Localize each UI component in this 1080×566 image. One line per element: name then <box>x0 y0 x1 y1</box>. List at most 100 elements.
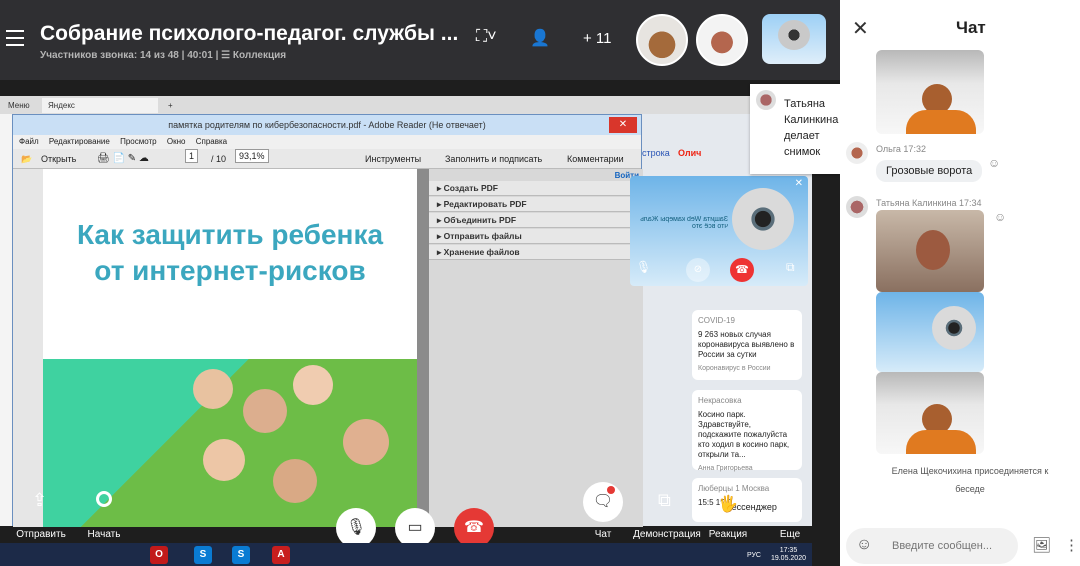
reader-tools-panel: Войти ▸ Создать PDF ▸ Редактировать PDF … <box>429 169 643 527</box>
share-icon[interactable]: ⇪ <box>32 490 47 511</box>
browser-tab[interactable]: Меню <box>2 98 36 113</box>
file-storage-item[interactable]: ▸ Хранение файлов <box>429 245 643 260</box>
chat-button[interactable]: 🗨 <box>583 482 623 522</box>
tray-date: 19.05.2020 <box>770 555 806 562</box>
more-label: Еще <box>779 529 801 540</box>
reader-side-panel <box>13 169 43 527</box>
opera-icon[interactable]: O <box>150 546 168 564</box>
participant-avatar[interactable] <box>696 14 748 66</box>
browser-tab-active[interactable]: Яндекс <box>42 98 158 113</box>
chat-image[interactable] <box>876 50 984 134</box>
microphone-button[interactable]: 🎙 <box>336 508 376 548</box>
reader-toolbar: 📂 Открыть 🖨 📄 ✎ ☁ 1 / 10 93,1% Инструмен… <box>13 149 641 169</box>
system-tray: РУС 17:35 19.05.2020 <box>746 547 806 562</box>
fill-sign-button[interactable]: Заполнить и подписать <box>445 149 542 169</box>
reaction-icon[interactable]: 🖐 <box>718 494 738 514</box>
menu-help[interactable]: Справка <box>196 137 227 146</box>
emoji-icon[interactable]: ☺ <box>856 536 872 554</box>
merge-pdf-item[interactable]: ▸ Объединить PDF <box>429 213 643 228</box>
reader-menubar: Файл Редактирование Просмотр Окно Справк… <box>13 135 641 149</box>
browser-tab-bar: Меню Яндекс + <box>0 96 812 114</box>
pdf-page: Как защитить ребенка от интернет-рисков <box>43 169 417 527</box>
avatar <box>846 142 868 164</box>
send-files-item[interactable]: ▸ Отправить файлы <box>429 229 643 244</box>
adobe-reader-window: памятка родителям по кибербезопасности.p… <box>12 114 643 527</box>
system-message: Елена Щекочихина присоединяется к беседе <box>891 466 1049 494</box>
document-area: Как защитить ребенка от интернет-рисков <box>13 169 643 527</box>
acrobat-icon[interactable]: A <box>272 546 290 564</box>
end-call-button[interactable]: ☎ <box>454 508 494 548</box>
close-icon[interactable]: ✕ <box>795 178 803 189</box>
webcam-icon <box>778 20 810 50</box>
video-button[interactable]: ▭ <box>395 508 435 548</box>
new-tab-button[interactable]: + <box>162 98 179 113</box>
message-input[interactable] <box>892 534 1016 558</box>
card-footer: Анна Григорьева <box>698 465 753 472</box>
self-video-preview[interactable]: ✕ Защита Web камеры Жаль что всё это 🎙 ⊘… <box>630 176 808 286</box>
reaction-label: Реакция <box>708 529 748 540</box>
hamburger-menu-icon[interactable] <box>6 30 24 46</box>
end-call-icon[interactable]: ☎ <box>730 258 754 282</box>
tray-time: 17:35 <box>779 547 798 554</box>
reaction-smile-icon[interactable]: ☺ <box>994 210 1006 224</box>
chat-image[interactable] <box>876 292 984 372</box>
ya-olich-link[interactable]: Олич <box>678 148 701 158</box>
windows-taskbar: O S S A РУС 17:35 19.05.2020 <box>0 543 812 566</box>
avatar <box>756 90 776 110</box>
call-header: Собрание психолого-педагог. службы ... У… <box>0 0 840 80</box>
avatar <box>846 196 868 218</box>
screen-share-icon[interactable]: ⧉ <box>658 490 671 511</box>
menu-view[interactable]: Просмотр <box>120 137 157 146</box>
message-input-box[interactable]: ☺ <box>846 528 1018 564</box>
record-icon[interactable] <box>96 491 112 507</box>
gallery-icon[interactable]: 🖼 <box>1032 536 1051 554</box>
participant-avatar[interactable] <box>636 14 688 66</box>
switch-view-icon[interactable]: ⧉ <box>786 260 795 275</box>
extra-participants-button[interactable]: + 11 <box>583 30 612 47</box>
edit-pdf-item[interactable]: ▸ Редактировать PDF <box>429 197 643 212</box>
reader-close-button[interactable]: ✕ <box>609 117 637 133</box>
reader-title: памятка родителям по кибербезопасности.p… <box>168 120 486 130</box>
create-pdf-item[interactable]: ▸ Создать PDF <box>429 181 643 196</box>
microphone-icon[interactable]: 🎙 <box>636 260 651 274</box>
reaction-smile-icon[interactable]: ☺ <box>988 156 1000 170</box>
camera-off-icon[interactable]: ⊘ <box>686 258 710 282</box>
news-card[interactable]: Некрасовка Косино парк. Здравствуйте, по… <box>692 390 802 472</box>
skype-icon[interactable]: S <box>232 546 250 564</box>
skype-call-window: Собрание психолого-педагог. службы ... У… <box>0 0 1080 566</box>
zoom-select[interactable]: 93,1% <box>235 149 269 163</box>
layout-toggle-icon[interactable]: ⛶˅ <box>476 28 497 46</box>
page-number-input[interactable]: 1 <box>185 149 199 163</box>
message-meta: Татьяна Калинкина 17:34 <box>876 198 982 208</box>
menu-edit[interactable]: Редактирование <box>49 137 110 146</box>
card-header: Некрасовка <box>698 396 742 405</box>
snapshot-notification: Татьяна Калинкина делает снимок <box>750 84 840 174</box>
open-button[interactable]: Открыть <box>41 149 76 169</box>
webcam-image <box>732 188 794 250</box>
chat-unread-badge <box>607 486 615 494</box>
call-title: Собрание психолого-педагог. службы ... <box>40 22 459 45</box>
pdf-heading: Как защитить ребенка от интернет-рисков <box>76 219 384 286</box>
menu-window[interactable]: Окно <box>167 137 186 146</box>
chat-label: Чат <box>594 529 612 540</box>
add-participant-icon[interactable]: 👤 <box>530 28 550 48</box>
news-card[interactable]: COVID-19 9 263 новых случая коронавируса… <box>692 310 802 380</box>
selfview-caption: Защита Web камеры Жаль что всё это <box>640 216 728 230</box>
tools-button[interactable]: Инструменты <box>365 149 421 169</box>
chat-image[interactable] <box>876 210 984 292</box>
skype-icon[interactable]: S <box>194 546 212 564</box>
more-icon[interactable]: ••• <box>782 492 797 508</box>
message-bubble[interactable]: Грозовые ворота <box>876 160 983 182</box>
participant-avatar-webcam[interactable] <box>762 14 826 64</box>
chat-title: Чат <box>956 18 986 37</box>
menu-file[interactable]: Файл <box>19 137 39 146</box>
toolbar-icons[interactable]: 🖨 📄 ✎ ☁ <box>97 149 149 169</box>
comments-button[interactable]: Комментарии <box>567 149 624 169</box>
page-total: / 10 <box>211 154 227 164</box>
close-chat-icon[interactable]: ✕ <box>852 16 869 41</box>
reader-title-bar: памятка родителям по кибербезопасности.p… <box>13 115 641 135</box>
more-options-icon[interactable]: ⋮ <box>1064 536 1079 554</box>
folder-icon[interactable]: 📂 <box>21 149 32 169</box>
chat-panel: ✕ Ольга 17:32 Грозовые ворота ☺ Татьяна … <box>840 0 1080 566</box>
chat-image[interactable] <box>876 372 984 454</box>
